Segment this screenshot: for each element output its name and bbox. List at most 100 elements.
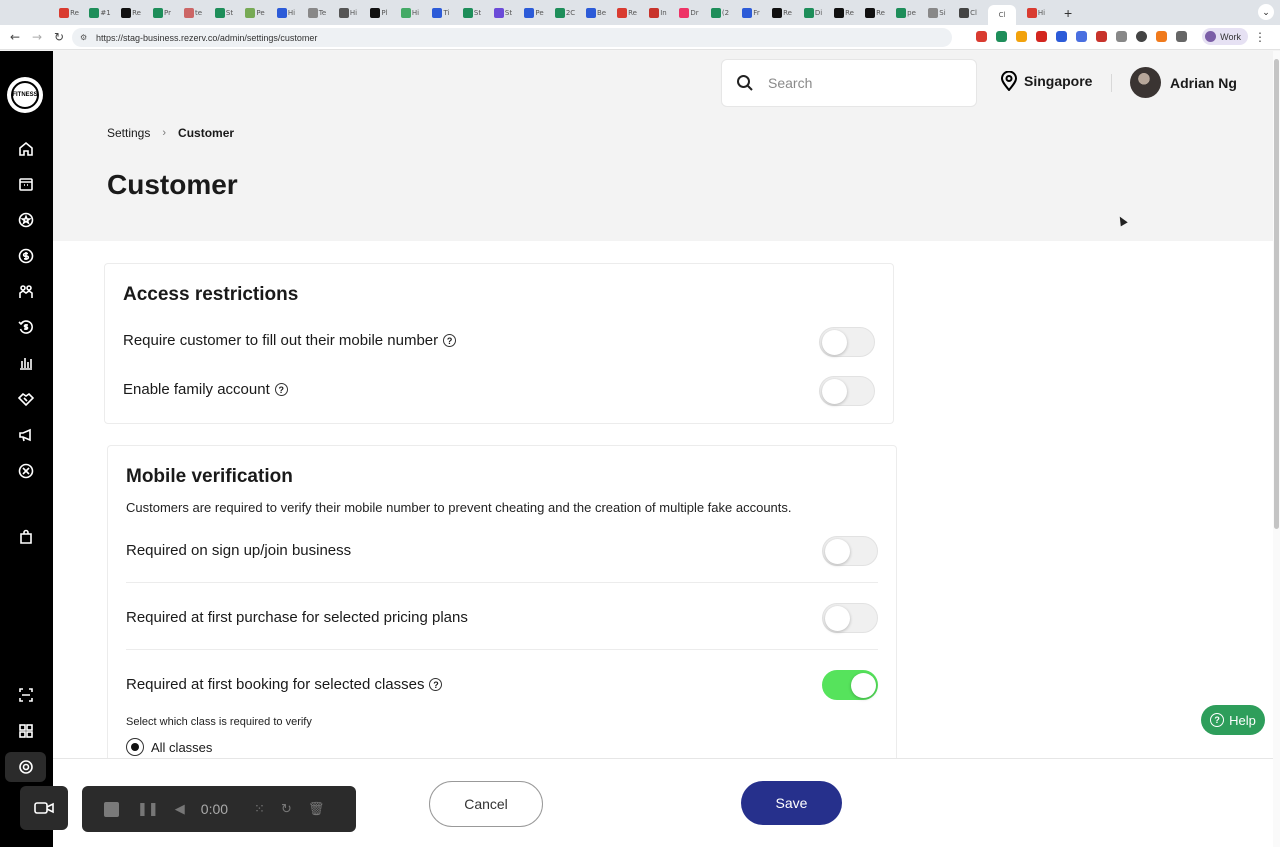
- extension-icon[interactable]: [1096, 31, 1108, 42]
- forward-icon[interactable]: →: [26, 30, 48, 44]
- browser-tab[interactable]: Pe: [244, 5, 266, 21]
- active-browser-tab[interactable]: Cl: [988, 5, 1016, 25]
- browser-tab[interactable]: Pe: [523, 5, 545, 21]
- cancel-button[interactable]: Cancel: [429, 781, 543, 827]
- browser-tab[interactable]: Pr: [151, 5, 173, 21]
- browser-tab[interactable]: Re: [58, 5, 80, 21]
- url-field[interactable]: ⚙ https://stag-business.rezerv.co/admin/…: [72, 28, 952, 47]
- browser-tab[interactable]: St: [213, 5, 235, 21]
- extension-icon[interactable]: [1156, 31, 1168, 42]
- browser-tab[interactable]: Re: [864, 5, 886, 21]
- browser-tab[interactable]: Te: [306, 5, 328, 21]
- browser-tab[interactable]: In: [647, 5, 669, 21]
- signup-verify-toggle[interactable]: [822, 536, 878, 566]
- megaphone-icon[interactable]: [16, 425, 36, 445]
- reload-icon[interactable]: ↻: [48, 30, 70, 44]
- browser-tab[interactable]: St: [492, 5, 514, 21]
- browser-tab[interactable]: Re: [833, 5, 855, 21]
- browser-tab[interactable]: Dr: [678, 5, 700, 21]
- home-icon[interactable]: [16, 139, 36, 159]
- browser-tab[interactable]: te: [182, 5, 204, 21]
- browser-tab[interactable]: Hi: [399, 5, 421, 21]
- camera-toggle[interactable]: [20, 786, 68, 830]
- grid-icon[interactable]: ⁙: [254, 802, 265, 817]
- breadcrumb-settings-link[interactable]: Settings: [107, 126, 150, 140]
- tab-favicon-icon: [617, 7, 628, 18]
- browser-tab[interactable]: Ti: [430, 5, 452, 21]
- help-button[interactable]: ? Help: [1201, 705, 1265, 735]
- browser-tab[interactable]: Be: [585, 5, 607, 21]
- user-menu[interactable]: Adrian Ng: [1130, 67, 1237, 98]
- extension-icon[interactable]: [996, 31, 1008, 42]
- handshake-icon[interactable]: [16, 389, 36, 409]
- family-account-toggle[interactable]: [819, 376, 875, 406]
- browser-tab[interactable]: 2C: [554, 5, 576, 21]
- tab-favicon-icon: [153, 7, 163, 18]
- info-icon[interactable]: ?: [274, 383, 288, 396]
- video-camera-icon: [34, 802, 54, 814]
- browser-tab[interactable]: Cl: [957, 5, 979, 21]
- all-classes-radio[interactable]: All classes: [126, 738, 212, 756]
- browser-tab[interactable]: (2: [709, 5, 731, 21]
- browser-tab[interactable]: Hi: [337, 5, 359, 21]
- restart-icon[interactable]: ↻: [281, 802, 292, 817]
- scrollbar[interactable]: [1273, 51, 1280, 847]
- pause-icon[interactable]: ❚❚: [137, 802, 159, 817]
- stop-icon[interactable]: [104, 801, 119, 817]
- browser-tab[interactable]: Si: [926, 5, 948, 21]
- bar-chart-icon[interactable]: [16, 353, 36, 373]
- browser-tab[interactable]: Pl: [368, 5, 390, 21]
- integrations-icon[interactable]: [16, 461, 36, 481]
- browser-tab[interactable]: Re: [771, 5, 793, 21]
- scan-icon[interactable]: [16, 685, 36, 705]
- browser-tab[interactable]: Hi: [275, 5, 297, 21]
- scrollbar-thumb[interactable]: [1274, 59, 1279, 529]
- tab-favicon-icon: [928, 7, 939, 18]
- extension-icon[interactable]: [1076, 31, 1088, 42]
- require-mobile-toggle[interactable]: [819, 327, 875, 357]
- info-icon[interactable]: ?: [429, 678, 443, 691]
- apps-grid-icon[interactable]: [16, 721, 36, 741]
- site-info-icon[interactable]: ⚙: [80, 33, 92, 42]
- extension-icon[interactable]: [1056, 31, 1068, 42]
- people-icon[interactable]: [16, 282, 36, 302]
- extension-icon[interactable]: [976, 31, 988, 42]
- tab-favicon-icon: [585, 7, 596, 18]
- search-input[interactable]: [768, 75, 948, 91]
- info-icon[interactable]: ?: [443, 334, 457, 347]
- browser-tab[interactable]: Di: [802, 5, 824, 21]
- extension-icon[interactable]: [1116, 31, 1128, 42]
- mute-icon[interactable]: ◀: [175, 802, 185, 817]
- business-logo[interactable]: FITNESS: [7, 77, 43, 113]
- browser-tab[interactable]: pe: [895, 5, 917, 21]
- new-tab-icon[interactable]: +: [1064, 5, 1072, 21]
- browser-tab[interactable]: #1: [89, 5, 111, 21]
- location-selector[interactable]: Singapore: [1000, 71, 1092, 91]
- browser-tab[interactable]: Re: [120, 5, 142, 21]
- extension-icon[interactable]: [1136, 31, 1148, 42]
- extension-icon[interactable]: [1036, 31, 1048, 42]
- tab-title: Re: [876, 8, 885, 17]
- browser-tab[interactable]: Hi: [1025, 5, 1047, 21]
- back-icon[interactable]: ←: [4, 30, 26, 44]
- menu-icon[interactable]: ⋮: [1254, 30, 1266, 44]
- profile-button[interactable]: Work: [1202, 28, 1248, 45]
- booking-verify-toggle[interactable]: [822, 670, 878, 700]
- shop-bag-icon[interactable]: [16, 527, 36, 547]
- breadcrumb: Settings › Customer: [107, 126, 234, 140]
- browser-tab[interactable]: Re: [616, 5, 638, 21]
- star-icon[interactable]: [16, 210, 36, 230]
- search-box[interactable]: [721, 59, 977, 107]
- calendar-icon[interactable]: [16, 174, 36, 194]
- puzzle-icon[interactable]: [1176, 31, 1188, 42]
- settings-icon[interactable]: [5, 752, 46, 782]
- purchase-verify-toggle[interactable]: [822, 603, 878, 633]
- dollar-circle-icon[interactable]: [16, 246, 36, 266]
- refund-icon[interactable]: [16, 317, 36, 337]
- trash-icon[interactable]: 🗑: [308, 802, 325, 817]
- browser-tab[interactable]: Fr: [740, 5, 762, 21]
- tab-search-icon[interactable]: ⌄: [1258, 4, 1274, 20]
- save-button[interactable]: Save: [741, 781, 842, 825]
- extension-icon[interactable]: [1016, 31, 1028, 42]
- browser-tab[interactable]: St: [461, 5, 483, 21]
